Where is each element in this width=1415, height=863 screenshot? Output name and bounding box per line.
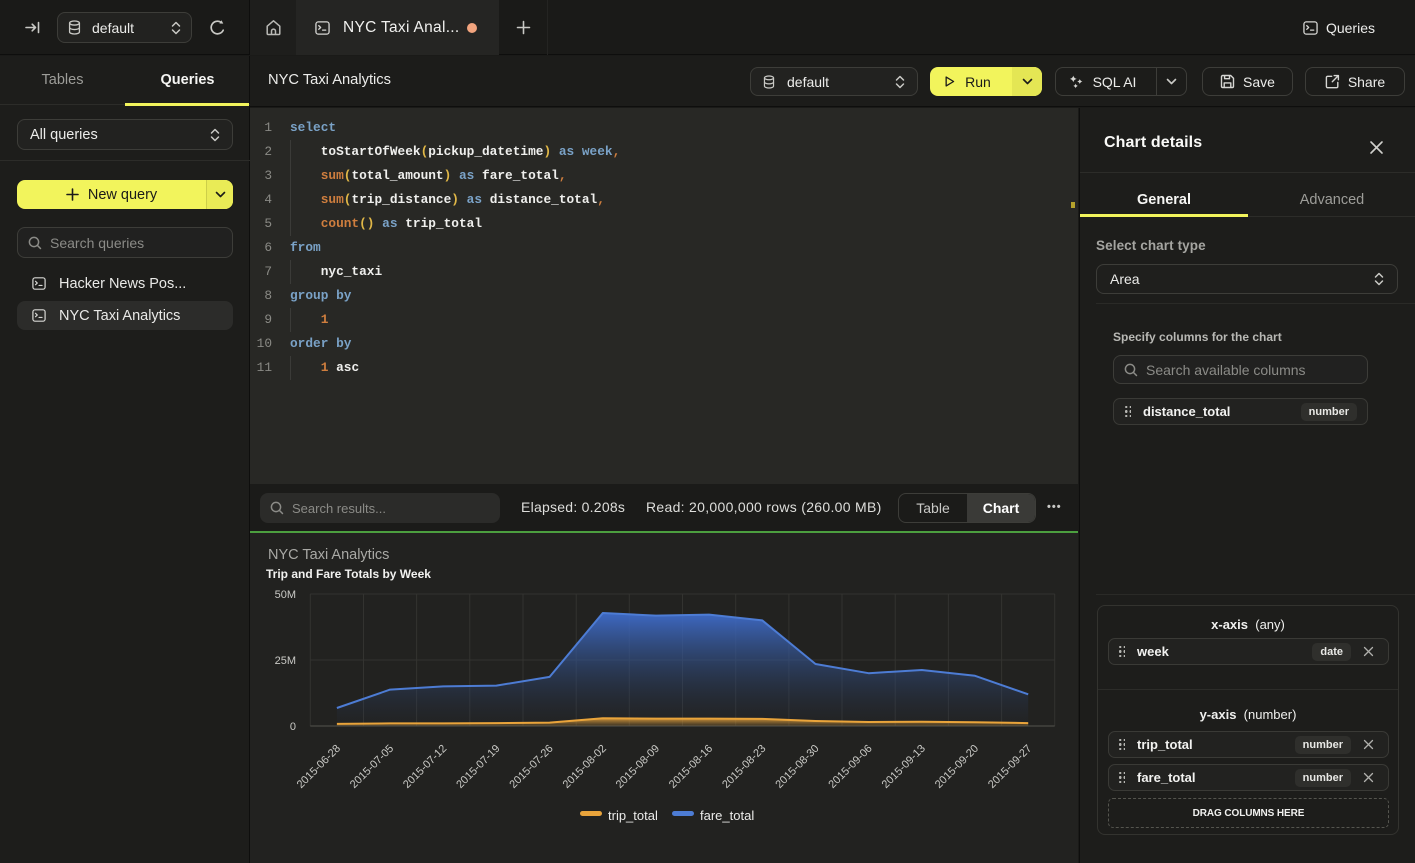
svg-text:trip_total: trip_total [608,808,658,823]
svg-text:2015-06-28: 2015-06-28 [295,743,343,791]
svg-text:0: 0 [290,721,296,733]
svg-text:2015-09-20: 2015-09-20 [933,743,981,791]
svg-text:2015-08-09: 2015-08-09 [614,743,662,791]
svg-text:2015-08-30: 2015-08-30 [773,743,821,791]
svg-text:2015-09-06: 2015-09-06 [826,743,874,791]
svg-text:2015-07-05: 2015-07-05 [348,743,396,791]
svg-text:25M: 25M [275,655,296,667]
svg-text:2015-09-27: 2015-09-27 [986,743,1034,791]
svg-text:2015-08-23: 2015-08-23 [720,743,768,791]
svg-text:fare_total: fare_total [700,808,754,823]
svg-text:50M: 50M [275,589,296,601]
svg-text:2015-07-19: 2015-07-19 [454,743,502,791]
svg-text:2015-07-12: 2015-07-12 [401,743,449,791]
svg-text:2015-07-26: 2015-07-26 [507,743,555,791]
svg-text:2015-09-13: 2015-09-13 [880,743,928,791]
svg-text:2015-08-16: 2015-08-16 [667,743,715,791]
svg-text:2015-08-02: 2015-08-02 [561,743,609,791]
